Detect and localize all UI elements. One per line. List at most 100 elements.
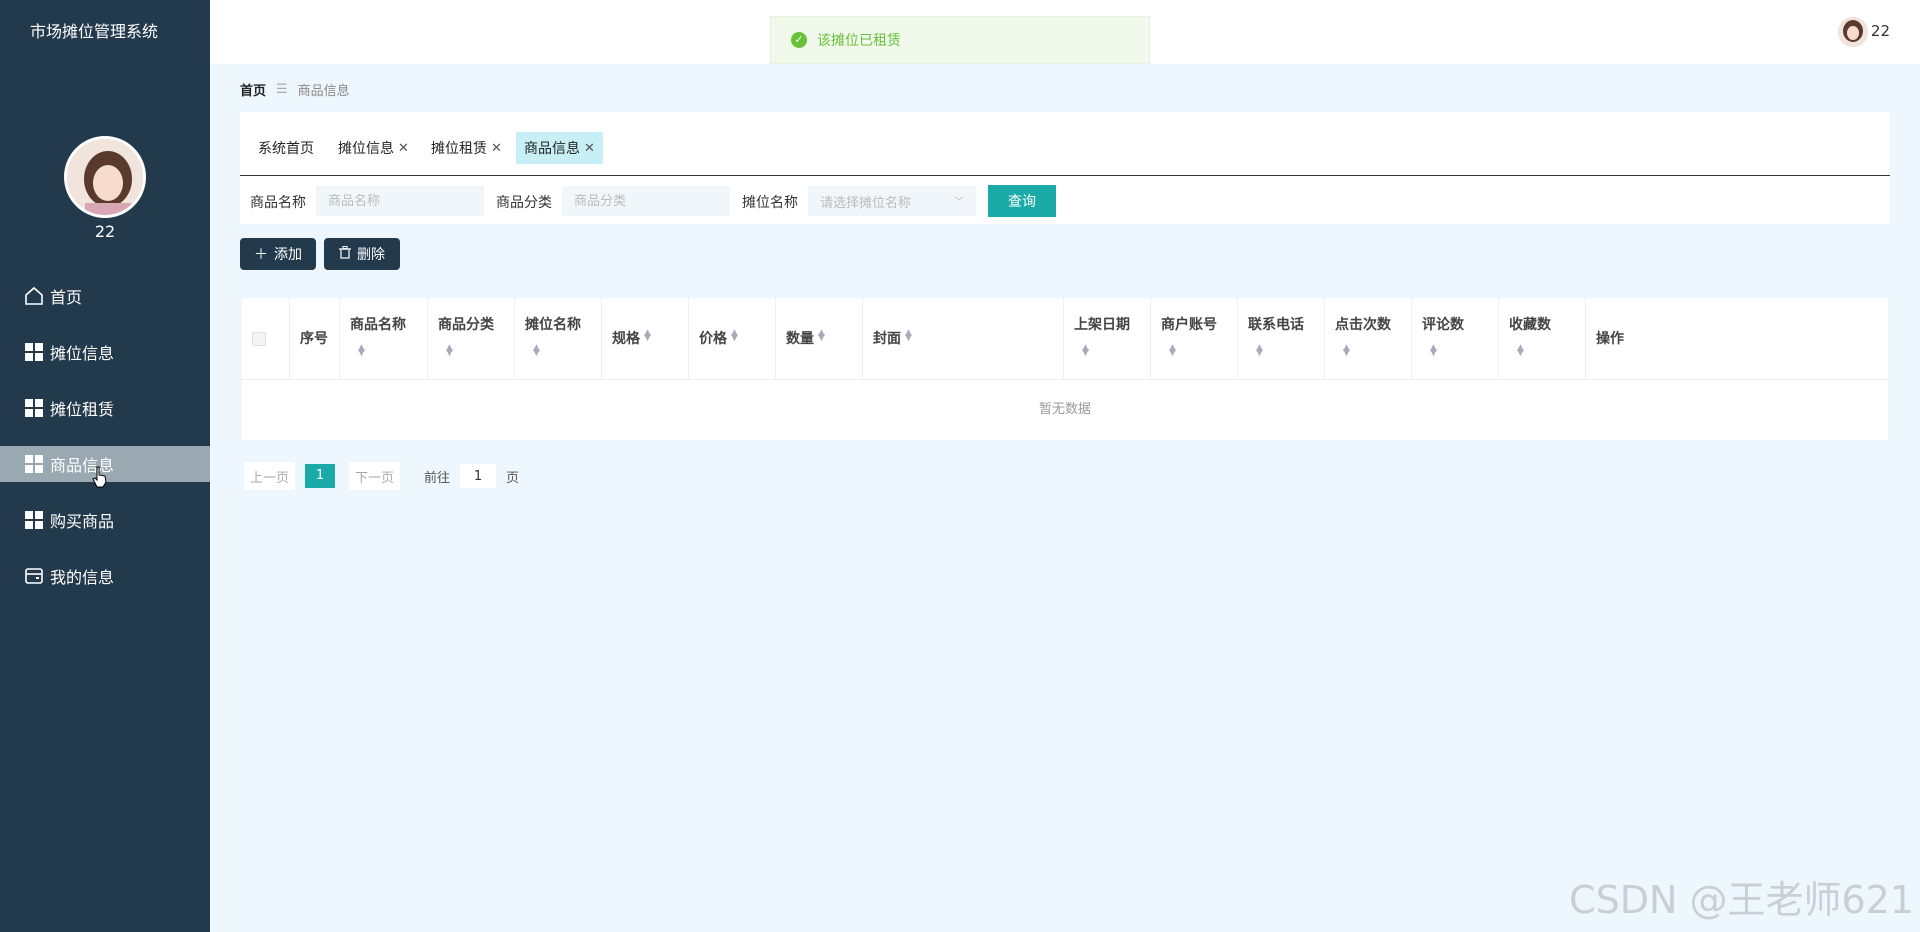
tab-system-home[interactable]: 系统首页 — [250, 132, 322, 164]
plus-icon: ＋ — [254, 247, 268, 263]
column-header[interactable]: 商户账号 ▲ ▼ — [1151, 298, 1238, 380]
column-header[interactable]: 价格 ▲ ▼ — [689, 298, 776, 380]
sort-icon[interactable]: ▲ ▼ — [1343, 344, 1353, 358]
column-header[interactable]: 收藏数 ▲ ▼ — [1499, 298, 1586, 380]
grid-icon — [24, 342, 44, 362]
tab-stall-info[interactable]: 摊位信息 ✕ — [330, 132, 417, 164]
tab-stall-rental[interactable]: 摊位租赁 ✕ — [423, 132, 510, 164]
column-header[interactable]: 点击次数 ▲ ▼ — [1325, 298, 1412, 380]
sidebar-item-label: 购买商品 — [50, 512, 115, 531]
column-header[interactable]: 商品分类 ▲ ▼ — [428, 298, 515, 380]
close-icon[interactable]: ✕ — [491, 141, 502, 156]
column-label: 商品名称 — [350, 317, 406, 333]
breadcrumb: 首页 ☰ 商品信息 — [240, 80, 350, 99]
goto-page-input[interactable] — [460, 464, 497, 488]
sort-icon[interactable]: ▲ ▼ — [1517, 344, 1527, 358]
content-panel: 系统首页 摊位信息 ✕ 摊位租赁 ✕ 商品信息 ✕ 商品名称 商品分类 摊位名称… — [240, 112, 1890, 224]
wallet-icon — [24, 566, 44, 586]
breadcrumb-current: 商品信息 — [297, 84, 350, 99]
column-label: 价格 — [699, 331, 727, 347]
next-page-button[interactable]: 下一页 — [349, 462, 401, 490]
column-header: 序号 — [290, 298, 340, 380]
sort-icon[interactable]: ▲ ▼ — [1256, 344, 1266, 358]
column-header[interactable]: 评论数 ▲ ▼ — [1412, 298, 1499, 380]
column-header[interactable]: 商品名称 ▲ ▼ — [340, 298, 428, 380]
sort-icon[interactable]: ▲ ▼ — [1430, 344, 1440, 358]
sidebar-username: 22 — [94, 222, 116, 241]
sidebar-item-label: 我的信息 — [50, 568, 115, 587]
chevron-down-icon: ﹀ — [954, 197, 964, 208]
select-all-checkbox[interactable] — [252, 332, 266, 346]
sort-icon[interactable]: ▲ ▼ — [358, 344, 368, 358]
column-header[interactable]: 摊位名称 ▲ ▼ — [515, 298, 602, 380]
trash-icon — [339, 245, 351, 263]
tab-label: 摊位租赁 — [431, 141, 487, 157]
sort-icon[interactable]: ▲ ▼ — [446, 344, 456, 358]
delete-button[interactable]: 删除 — [324, 238, 400, 270]
column-header[interactable]: 联系电话 ▲ ▼ — [1238, 298, 1325, 380]
column-label: 评论数 — [1422, 317, 1464, 333]
product-category-input[interactable] — [562, 186, 730, 216]
column-label: 数量 — [786, 331, 814, 347]
header-avatar[interactable] — [1838, 17, 1868, 47]
column-label: 联系电话 — [1248, 317, 1304, 333]
toast-message: 该摊位已租赁 — [817, 33, 901, 49]
tab-label: 商品信息 — [524, 141, 580, 157]
column-label: 序号 — [300, 331, 328, 347]
sort-icon[interactable]: ▲ ▼ — [905, 329, 915, 343]
delete-button-label: 删除 — [357, 247, 385, 263]
stall-select-placeholder: 请选择摊位名称 — [820, 195, 912, 211]
product-name-label: 商品名称 — [250, 195, 306, 211]
sidebar-item-home[interactable]: 首页 — [0, 268, 210, 324]
add-button[interactable]: ＋ 添加 — [240, 238, 316, 270]
sidebar-item-buy-product[interactable]: 购买商品 — [0, 492, 210, 548]
app-title: 市场摊位管理系统 — [29, 22, 158, 41]
sidebar-item-label: 摊位信息 — [50, 344, 115, 363]
sidebar-item-label: 摊位租赁 — [50, 400, 115, 419]
sidebar-item-stall-info[interactable]: 摊位信息 — [0, 324, 210, 380]
tab-label: 摊位信息 — [338, 141, 394, 157]
page-unit-label: 页 — [506, 470, 520, 486]
breadcrumb-home[interactable]: 首页 — [240, 80, 266, 99]
empty-state: 暂无数据 — [1038, 402, 1091, 417]
close-icon[interactable]: ✕ — [584, 141, 595, 156]
column-header[interactable]: 规格 ▲ ▼ — [602, 298, 689, 380]
sort-icon[interactable]: ▲ ▼ — [533, 344, 543, 358]
close-icon[interactable]: ✕ — [398, 141, 409, 156]
tab-label: 系统首页 — [258, 141, 314, 157]
sidebar-item-stall-rental[interactable]: 摊位租赁 — [0, 380, 210, 436]
column-header: 操作 — [1586, 298, 1888, 380]
column-header[interactable]: 封面 ▲ ▼ — [863, 298, 1064, 380]
grid-icon — [24, 510, 44, 530]
column-label: 商户账号 — [1161, 317, 1217, 333]
sidebar-item-my-info[interactable]: 我的信息 — [0, 548, 210, 604]
sort-icon[interactable]: ▲ ▼ — [731, 329, 741, 343]
goto-label: 前往 — [424, 470, 451, 486]
tab-product-info[interactable]: 商品信息 ✕ — [516, 132, 603, 164]
column-label: 点击次数 — [1335, 317, 1391, 333]
sort-icon[interactable]: ▲ ▼ — [1169, 344, 1179, 358]
sort-icon[interactable]: ▲ ▼ — [818, 329, 828, 343]
column-label: 商品分类 — [438, 317, 494, 333]
sidebar: 市场摊位管理系统 22 首页 摊位信息 摊位租赁 商品信息 购买商品 我的信息 — [0, 0, 210, 932]
sidebar-nav: 首页 摊位信息 摊位租赁 商品信息 购买商品 我的信息 — [0, 268, 210, 604]
stall-name-label: 摊位名称 — [742, 195, 798, 211]
column-label: 规格 — [612, 331, 640, 347]
prev-page-button[interactable]: 上一页 — [244, 462, 296, 490]
check-circle-icon: ✓ — [791, 32, 807, 48]
column-label: 操作 — [1596, 331, 1624, 347]
user-avatar[interactable] — [64, 136, 146, 218]
page-number-current[interactable]: 1 — [305, 464, 336, 488]
breadcrumb-separator-icon: ☰ — [276, 82, 288, 97]
grid-icon — [24, 398, 44, 418]
column-header[interactable]: 上架日期 ▲ ▼ — [1064, 298, 1151, 380]
product-name-input[interactable] — [316, 186, 484, 216]
stall-name-select[interactable]: 请选择摊位名称 ﹀ — [808, 186, 976, 216]
sort-icon[interactable]: ▲ ▼ — [644, 329, 654, 343]
home-icon — [24, 286, 44, 306]
search-bar: 商品名称 商品分类 摊位名称 请选择摊位名称 ﹀ 查询 — [240, 178, 1890, 224]
sort-icon[interactable]: ▲ ▼ — [1082, 344, 1092, 358]
hand-cursor-icon — [92, 466, 108, 492]
query-button[interactable]: 查询 — [988, 185, 1056, 217]
column-header[interactable]: 数量 ▲ ▼ — [776, 298, 863, 380]
